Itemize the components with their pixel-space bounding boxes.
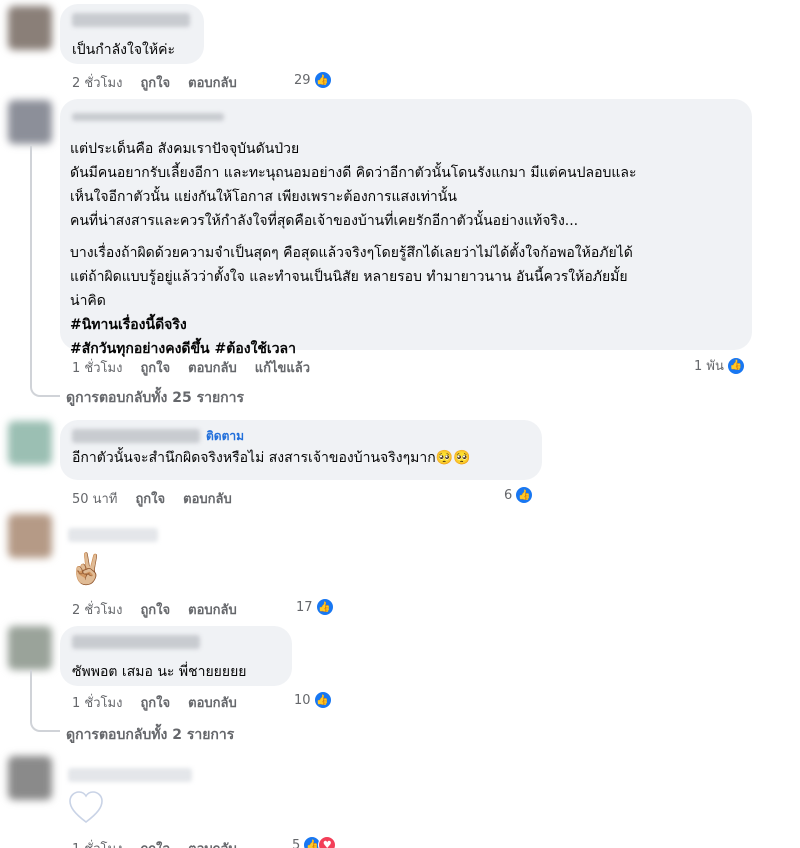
comment-text-body: อีกาตัวนั้นจะสำนึกผิดจริงหรือไม่ สงสารเจ… [72,450,436,466]
comment-line: น่าคิด [70,293,106,309]
reaction-count[interactable]: 17 👍 [296,598,334,616]
comment-actions: 2 ชั่วโมง ถูกใจ ตอบกลับ [72,72,255,93]
reaction-number: 6 [504,487,513,503]
timestamp[interactable]: 1 ชั่วโมง [72,692,122,713]
like-button[interactable]: ถูกใจ [140,72,170,93]
comment-line: ดันมีคนอยากรับเลี้ยงอีกา และทะนุถนอมอย่า… [70,165,637,181]
comment-actions: 1 ชั่วโมง ถูกใจ ตอบกลับ [72,838,255,848]
thumbs-up-icon: 👍 [515,486,534,504]
hashtag-link[interactable]: #นิทานเรื่องนี้ดีจริง [70,313,740,337]
like-button[interactable]: ถูกใจ [140,599,170,620]
comment-line: แต่ประเด็นคือ สังคมเราปัจจุบันดันป่วย [70,141,300,157]
reply-button[interactable]: ตอบกลับ [188,599,237,620]
pleading-face-emoji: 🥺🥺 [435,450,471,466]
view-replies-link[interactable]: ดูการตอบกลับทั้ง 25 รายการ [66,387,244,409]
timestamp[interactable]: 1 ชั่วโมง [72,357,122,378]
reaction-count[interactable]: 29 👍 [294,71,332,89]
comment-actions: 2 ชั่วโมง ถูกใจ ตอบกลับ [72,599,255,620]
avatar[interactable] [8,514,52,558]
comment-text: เป็นกำลังใจให้ค่ะ [72,42,175,58]
avatar[interactable] [8,100,52,144]
thread-connector [30,670,60,732]
reply-button[interactable]: ตอบกลับ [188,692,237,713]
comment-bubble: แต่ประเด็นคือ สังคมเราปัจจุบันดันป่วย ดั… [60,99,752,357]
thumbs-up-icon: 👍 [313,71,332,89]
reply-button[interactable]: ตอบกลับ [188,357,237,378]
comment-actions: 1 ชั่วโมง ถูกใจ ตอบกลับ [72,692,255,713]
author-name[interactable] [68,528,158,542]
comment-line: บางเรื่องถ้าผิดด้วยความจำเป็นสุดๆ คือสุด… [70,245,633,261]
comment-line: คนที่น่าสงสารและควรให้กำลังใจที่สุดคือเจ… [70,213,579,229]
reaction-count[interactable]: 5 👍 ♥ [292,836,337,848]
comment-bubble: ซัพพอต เสมอ นะ พี่ชายยยยย [60,626,292,686]
comment-text: ซัพพอต เสมอ นะ พี่ชายยยยย [72,664,247,680]
thumbs-up-icon: 👍 [313,691,332,709]
reaction-number: 17 [296,599,313,615]
comment-bubble [68,760,208,830]
avatar[interactable] [8,756,52,800]
comment-bubble: เป็นกำลังใจให้ค่ะ [60,4,204,64]
thumbs-up-icon: 👍 [315,598,334,616]
reply-button[interactable]: ตอบกลับ [188,838,237,848]
reaction-count[interactable]: 6 👍 [504,486,534,504]
reaction-number: 10 [294,692,311,708]
like-button[interactable]: ถูกใจ [135,488,165,509]
reaction-count[interactable]: 1 พัน 👍 [694,355,745,376]
comment-actions: 50 นาที ถูกใจ ตอบกลับ [72,488,250,509]
comment-line: แต่ถ้าผิดแบบรู้อยู่แล้วว่าตั้งใจ และทำจน… [70,269,628,285]
comment-bubble: ติดตาม อีกาตัวนั้นจะสำนึกผิดจริงหรือไม่ … [60,420,542,480]
reply-button[interactable]: ตอบกลับ [183,488,232,509]
follow-button[interactable]: ติดตาม [206,427,244,446]
comment-text: อีกาตัวนั้นจะสำนึกผิดจริงหรือไม่ สงสารเจ… [72,448,530,469]
comment-bubble: ✌🏼 [68,520,188,590]
victory-hand-emoji: ✌🏼 [68,552,106,587]
like-button[interactable]: ถูกใจ [140,838,170,848]
avatar[interactable] [8,6,52,50]
like-button[interactable]: ถูกใจ [140,692,170,713]
author-name[interactable] [72,13,190,27]
edited-label[interactable]: แก้ไขแล้ว [255,357,310,378]
comment-line: เห็นใจอีกาตัวนั้น แย่งกันให้โอกาส เพียงเ… [70,189,457,205]
view-replies-link[interactable]: ดูการตอบกลับทั้ง 2 รายการ [66,724,234,746]
avatar[interactable] [8,626,52,670]
timestamp[interactable]: 2 ชั่วโมง [72,599,122,620]
timestamp[interactable]: 1 ชั่วโมง [72,838,122,848]
reaction-number: 29 [294,72,311,88]
author-name[interactable] [72,113,224,121]
author-name[interactable] [72,635,200,649]
comment-actions: 1 ชั่วโมง ถูกใจ ตอบกลับ แก้ไขแล้ว [72,357,328,378]
heart-icon: ♥ [318,836,337,848]
reaction-count[interactable]: 10 👍 [294,691,332,709]
author-name[interactable] [68,768,192,782]
timestamp[interactable]: 50 นาที [72,488,117,509]
reaction-number: 5 [292,837,301,848]
white-heart-icon [69,791,103,824]
timestamp[interactable]: 2 ชั่วโมง [72,72,122,93]
reaction-number: 1 พัน [694,359,724,374]
author-name[interactable] [72,429,200,443]
reply-button[interactable]: ตอบกลับ [188,72,237,93]
thread-connector [30,146,60,397]
avatar[interactable] [8,421,52,465]
like-button[interactable]: ถูกใจ [140,357,170,378]
thumbs-up-icon: 👍 [726,356,745,375]
